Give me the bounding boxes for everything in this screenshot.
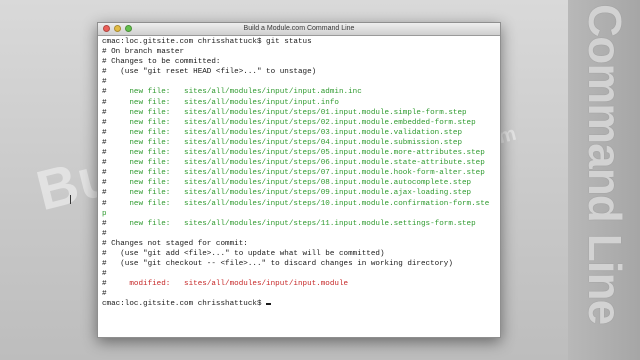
terminal-line: # new file: sites/all/modules/input/step… — [102, 168, 496, 178]
terminal-window[interactable]: Build a Module.com Command Line cmac:loc… — [97, 22, 501, 338]
terminal-line: # — [102, 289, 496, 299]
line-text: new file: sites/all/modules/input/steps/… — [106, 199, 490, 208]
line-text: modified: sites/all/modules/input/input.… — [106, 280, 349, 289]
line-text: # — [102, 290, 107, 299]
line-text: cmac:loc.gitsite.com chrisshattuck$ — [102, 300, 267, 309]
terminal-line: # new file: sites/all/modules/input/step… — [102, 199, 496, 209]
line-text: new file: sites/all/modules/input/steps/… — [106, 169, 485, 178]
line-text: new file: sites/all/modules/input/steps/… — [106, 138, 463, 147]
line-text: new file: sites/all/modules/input/input.… — [106, 98, 339, 107]
ibeam-cursor-icon — [70, 195, 71, 204]
terminal-line: # new file: sites/all/modules/input/step… — [102, 188, 496, 198]
window-title: Build a Module.com Command Line — [243, 25, 355, 32]
terminal-line: # (use "git add <file>..." to update wha… — [102, 249, 496, 259]
terminal-line: # — [102, 229, 496, 239]
terminal-line: p — [102, 209, 496, 219]
terminal-line: # — [102, 77, 496, 87]
terminal-line: # (use "git reset HEAD <file>..." to uns… — [102, 67, 496, 77]
line-text: new file: sites/all/modules/input/steps/… — [106, 108, 467, 117]
terminal-line: # On branch master — [102, 47, 496, 57]
line-text: cmac:loc.gitsite.com chrisshattuck$ git … — [102, 38, 312, 46]
terminal-line: # new file: sites/all/modules/input/step… — [102, 118, 496, 128]
line-text: # — [102, 229, 107, 238]
text-cursor-icon — [266, 303, 272, 306]
line-text: new file: sites/all/modules/input/steps/… — [106, 179, 472, 188]
terminal-line: # new file: sites/all/modules/input/step… — [102, 219, 496, 229]
terminal-line: # Changes to be committed: — [102, 57, 496, 67]
terminal-line: # — [102, 269, 496, 279]
line-text: # — [102, 270, 107, 279]
window-titlebar[interactable]: Build a Module.com Command Line — [98, 23, 500, 36]
line-text: p — [102, 209, 107, 218]
line-text: new file: sites/all/modules/input/steps/… — [106, 219, 476, 228]
terminal-line: # Changes not staged for commit: — [102, 239, 496, 249]
line-text: # — [102, 78, 107, 87]
terminal-line: # new file: sites/all/modules/input/step… — [102, 178, 496, 188]
line-text: new file: sites/all/modules/input/steps/… — [106, 189, 472, 198]
terminal-output[interactable]: cmac:loc.gitsite.com chrisshattuck$ git … — [102, 37, 496, 335]
line-text: new file: sites/all/modules/input/steps/… — [106, 149, 485, 158]
line-text: # Changes not staged for commit: — [102, 239, 248, 248]
terminal-line: cmac:loc.gitsite.com chrisshattuck$ — [102, 299, 496, 309]
line-text: # Changes to be committed: — [102, 58, 221, 67]
terminal-line: # new file: sites/all/modules/input/step… — [102, 128, 496, 138]
terminal-line: # new file: sites/all/modules/input/step… — [102, 108, 496, 118]
terminal-line: # modified: sites/all/modules/input/inpu… — [102, 279, 496, 289]
side-title: Command Line — [579, 4, 631, 325]
terminal-line: # new file: sites/all/modules/input/step… — [102, 158, 496, 168]
line-text: new file: sites/all/modules/input/steps/… — [106, 128, 463, 137]
terminal-line: # new file: sites/all/modules/input/step… — [102, 138, 496, 148]
terminal-line: cmac:loc.gitsite.com chrisshattuck$ git … — [102, 37, 496, 47]
line-text: new file: sites/all/modules/input/input.… — [106, 88, 362, 97]
terminal-line: # new file: sites/all/modules/input/inpu… — [102, 87, 496, 97]
terminal-line: # new file: sites/all/modules/input/step… — [102, 148, 496, 158]
line-text: new file: sites/all/modules/input/steps/… — [106, 118, 476, 127]
line-text: new file: sites/all/modules/input/steps/… — [106, 159, 485, 168]
terminal-line: # new file: sites/all/modules/input/inpu… — [102, 98, 496, 108]
terminal-line: # (use "git checkout -- <file>..." to di… — [102, 259, 496, 269]
side-title-band: Command Line — [568, 0, 640, 360]
line-text: # (use "git reset HEAD <file>..." to uns… — [102, 68, 317, 77]
line-text: # On branch master — [102, 48, 185, 57]
line-text: # (use "git add <file>..." to update wha… — [102, 249, 385, 258]
line-text: # (use "git checkout -- <file>..." to di… — [102, 260, 453, 269]
